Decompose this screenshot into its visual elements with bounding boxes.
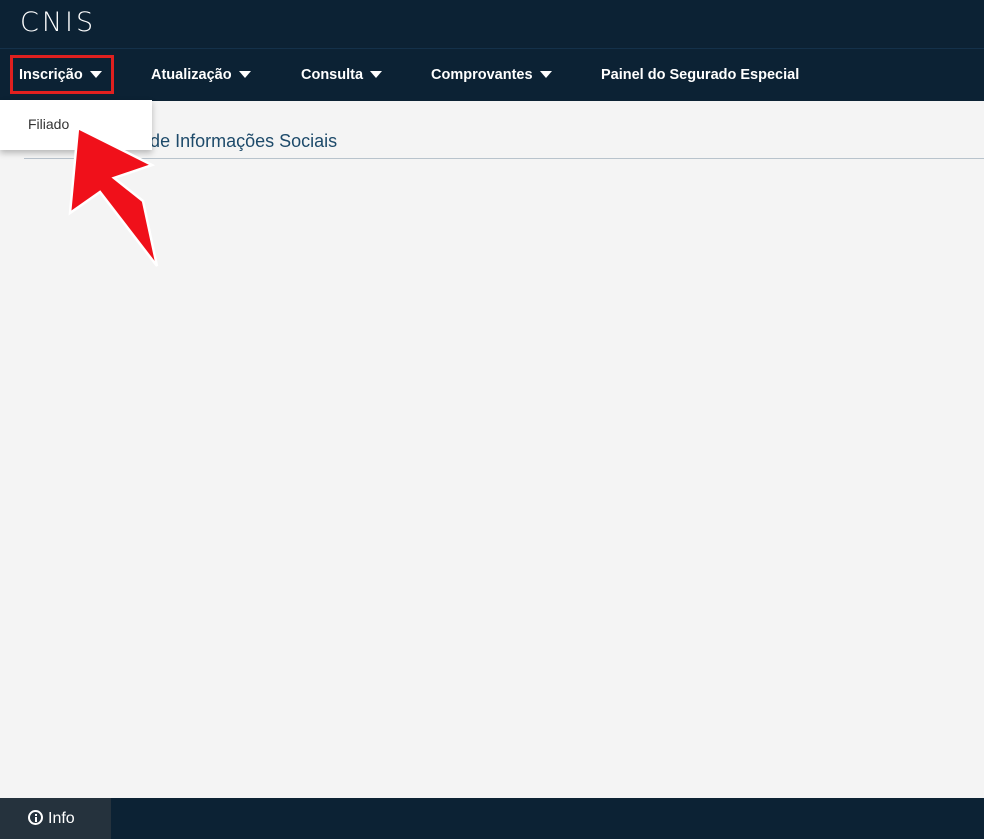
caret-down-icon bbox=[238, 71, 251, 78]
page: CNIS Inscrição Atualização Consulta Comp… bbox=[0, 0, 984, 839]
nav-inscricao-label: Inscrição bbox=[19, 67, 83, 83]
info-circle-icon bbox=[28, 810, 43, 825]
nav-painel-label: Painel do Segurado Especial bbox=[601, 67, 800, 83]
nav-atualizacao-label: Atualização bbox=[151, 67, 232, 83]
nav-consulta[interactable]: Consulta bbox=[301, 49, 383, 101]
nav-consulta-label: Consulta bbox=[301, 67, 364, 83]
caret-down-icon bbox=[89, 71, 102, 78]
footer-bar: Info bbox=[0, 798, 984, 839]
inscricao-dropdown-menu: Filiado bbox=[0, 100, 152, 150]
cnis-logo[interactable]: CNIS bbox=[20, 6, 96, 40]
info-label: Info bbox=[48, 810, 75, 827]
info-button[interactable]: Info bbox=[0, 798, 111, 839]
nav-atualizacao[interactable]: Atualização bbox=[151, 49, 251, 101]
nav-painel-segurado-especial[interactable]: Painel do Segurado Especial bbox=[601, 49, 799, 101]
heading-divider bbox=[24, 158, 984, 159]
caret-down-icon bbox=[370, 71, 383, 78]
main-navigation: Inscrição Atualização Consulta Comprovan… bbox=[0, 48, 984, 101]
top-header: CNIS bbox=[0, 0, 984, 48]
nav-comprovantes-label: Comprovantes bbox=[431, 67, 533, 83]
caret-down-icon bbox=[539, 71, 552, 78]
nav-comprovantes[interactable]: Comprovantes bbox=[431, 49, 552, 101]
menu-item-filiado[interactable]: Filiado bbox=[28, 115, 69, 133]
